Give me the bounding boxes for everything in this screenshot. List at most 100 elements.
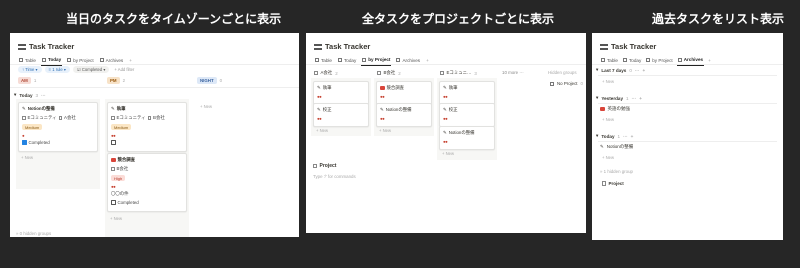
task-card[interactable]: ✎ 執筆 ●● (313, 81, 369, 105)
board-icon (67, 58, 72, 62)
caption-middle: 全タスクをプロジェクトごとに表示 (362, 12, 555, 26)
board-icon (362, 57, 367, 62)
group-yesterday[interactable]: ▾ Yesterday 1 ··· + (596, 95, 642, 101)
task-card[interactable]: ✎ Notionの整備 Eコミュニティ A会社 Medium ● Completed (18, 102, 98, 152)
page-icon (314, 70, 318, 76)
page-icon (111, 115, 115, 121)
column-a-company[interactable]: A会社 2 (314, 70, 338, 76)
archives-screen: Task Tracker Table Today by Project Arch… (592, 33, 783, 240)
pencil-icon: ✎ (111, 106, 115, 111)
new-card-button[interactable]: + New (442, 151, 454, 156)
list-icon (677, 57, 682, 62)
new-card-button[interactable]: + New (200, 104, 212, 109)
project-heading: Project (313, 163, 336, 169)
divider (10, 64, 299, 65)
page-icon (550, 81, 554, 86)
table-icon (601, 58, 605, 62)
list-icon (99, 58, 104, 62)
database-icon (18, 43, 26, 50)
divider (598, 141, 777, 142)
database-icon (314, 43, 322, 50)
new-item-button[interactable]: + New (602, 155, 614, 160)
new-card-button[interactable]: + New (21, 155, 33, 160)
new-card-button[interactable]: + New (379, 128, 391, 133)
page-icon (147, 115, 152, 121)
list-item[interactable]: ✎ Notionの整備 (600, 144, 633, 150)
priority-badge: High (111, 175, 126, 181)
divider (592, 64, 783, 65)
task-card[interactable]: ✎ 校正 ●● (439, 103, 495, 127)
completed-checkbox[interactable] (111, 140, 116, 145)
hidden-groups-toggle[interactable]: » 0 hidden groups (16, 231, 51, 236)
flag-icon (111, 157, 116, 163)
tomato-icon: ●● (380, 94, 385, 99)
column-e-community[interactable]: Eコミュニ… 3 (440, 70, 477, 76)
flag-icon (380, 85, 385, 91)
page-icon (313, 163, 317, 169)
page-title: Task Tracker (314, 42, 370, 51)
table-icon (19, 58, 23, 62)
new-card-button[interactable]: + New (110, 216, 122, 221)
completed-checkbox[interactable] (22, 140, 27, 145)
no-project-group[interactable]: No Project 0 (550, 81, 583, 86)
board-icon (41, 57, 46, 62)
tomato-icon: ●● (443, 94, 448, 99)
completed-filter[interactable]: ☑ Completed ▾ (72, 66, 110, 73)
pencil-icon: ✎ (443, 130, 447, 135)
hidden-groups-label: Hidden groups (548, 70, 577, 75)
list-item[interactable]: 英語の勉強 (600, 106, 630, 112)
rule-filter[interactable]: ≡ 1 rule ▾ (44, 66, 70, 73)
tomato-icon: ● (22, 133, 25, 138)
tomato-icon: ●● (111, 184, 116, 189)
column-am[interactable]: AM 1 (18, 77, 36, 84)
column-b-company[interactable]: B会社 2 (377, 70, 401, 76)
task-card[interactable]: ✎ 執筆 Eコミュニティ B会社 Medium ●● (107, 102, 187, 152)
pencil-icon: ✎ (600, 144, 604, 149)
command-placeholder[interactable]: Type '/' for commands (313, 174, 356, 179)
column-night[interactable]: NIGHT 0 (197, 77, 222, 84)
group-last-7-days[interactable]: ▾ Last 7 days 0 ··· + (596, 67, 645, 73)
page-icon (440, 70, 444, 76)
pencil-icon: ✎ (443, 85, 447, 90)
pencil-icon: ✎ (380, 107, 384, 112)
task-card[interactable]: ✎ Notionの整備 ●● (439, 126, 495, 150)
tomato-icon: ●● (443, 116, 448, 121)
task-card[interactable]: ✎ 校正 ●● (313, 103, 369, 127)
caption-left: 当日のタスクをタイムゾーンごとに表示 (66, 12, 282, 26)
time-filter[interactable]: ↑ Time ▾ (18, 66, 42, 73)
task-card[interactable]: ✎ Notionの整備 ●● (376, 103, 432, 127)
column-pm[interactable]: PM 2 (107, 77, 125, 84)
new-item-button[interactable]: + New (602, 79, 614, 84)
board-icon (646, 58, 651, 62)
project-item[interactable]: Project (602, 181, 624, 186)
divider (306, 64, 586, 65)
book-icon (600, 106, 605, 112)
task-card[interactable]: 競合調査 ●● (376, 81, 432, 105)
add-filter-button[interactable]: + Add filter (112, 66, 136, 73)
page-icon (377, 70, 381, 76)
today-board-screen: Task Tracker Table Today by Project Arch… (10, 33, 299, 237)
database-icon (600, 43, 608, 50)
hidden-group-toggle[interactable]: » 1 hidden group (600, 169, 633, 174)
list-icon (396, 58, 401, 62)
page-icon (22, 115, 26, 121)
new-item-button[interactable]: + New (602, 117, 614, 122)
board-icon (337, 58, 342, 62)
task-card[interactable]: 競合調査 B会社 High ●● 〇〇の件 Completed (107, 153, 187, 212)
new-card-button[interactable]: + New (316, 128, 328, 133)
divider (598, 103, 777, 104)
page-icon (602, 181, 606, 186)
task-card[interactable]: ✎ 執筆 ●● (439, 81, 495, 105)
group-today[interactable]: ▾ Today 1 ··· + (596, 133, 633, 139)
filter-bar: ↑ Time ▾ ≡ 1 rule ▾ ☑ Completed ▾ + Add … (18, 66, 136, 73)
more-columns-button[interactable]: 10 more ··· (502, 70, 524, 75)
completed-checkbox[interactable] (111, 200, 116, 205)
priority-badge: Medium (111, 124, 132, 130)
page-icon (58, 115, 63, 121)
board-icon (622, 58, 627, 62)
pencil-icon: ✎ (443, 107, 447, 112)
page-title: Task Tracker (600, 42, 656, 51)
group-today[interactable]: ▾ Today 3 ··· (14, 92, 46, 98)
tomato-icon: ●● (317, 116, 322, 121)
table-icon (315, 58, 319, 62)
